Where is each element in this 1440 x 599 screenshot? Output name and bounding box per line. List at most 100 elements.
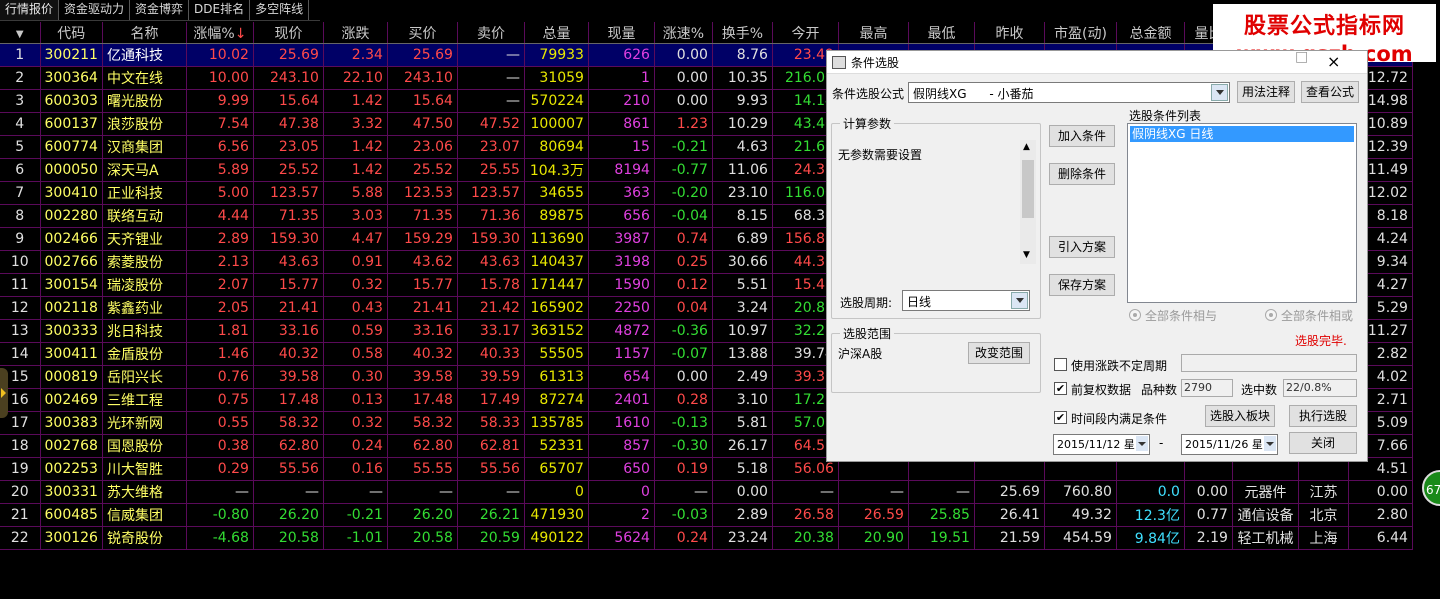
floating-badge[interactable]: 67 [1422,470,1440,506]
row-number: 13 [0,319,41,343]
volatile-period-checkbox[interactable] [1054,358,1067,371]
change-range-button[interactable]: 改变范围 [968,342,1030,364]
table-row[interactable]: 20 300331 苏大维格 — — — — —0 0—0.00— — —25.69 760.80 0.… [0,480,1413,504]
column-header[interactable]: 换手% [712,22,773,44]
cell-11: 8.76 [712,43,773,67]
column-menu-header[interactable]: ▼ [0,22,41,44]
add-to-block-button[interactable]: 选股入板块 [1205,405,1275,427]
chevron-down-icon[interactable] [1264,436,1276,451]
table-row[interactable]: 21 600485 信威集团 -0.80 26.20 -0.21 26.20 26.21 471… [0,503,1413,527]
cell-6: 26.20 [387,503,458,527]
column-header[interactable]: 涨跌 [323,22,388,44]
close-button[interactable]: 关闭 [1289,432,1357,454]
column-header[interactable]: 名称 [102,22,187,44]
cell-10: 0.04 [654,296,713,320]
save-plan-button[interactable]: 保存方案 [1049,274,1115,296]
adjust-checkbox[interactable]: ✔ [1054,382,1067,395]
tab-1[interactable]: 资金驱动力 [59,0,131,20]
tab-0[interactable]: 行情报价 [0,0,60,20]
chevron-down-icon[interactable] [1136,436,1148,451]
row-number: 10 [0,250,41,274]
tab-2[interactable]: 资金博弈 [130,0,190,20]
cell-7: — [457,480,525,504]
formula-select[interactable]: 假阴线XG - 小番茄 [908,82,1230,103]
cell-5: -1.01 [323,526,388,550]
column-header[interactable]: 卖价 [457,22,525,44]
cell-8: 363152 [524,319,589,343]
cell-7: 58.33 [457,411,525,435]
row-number: 6 [0,158,41,182]
radio-or[interactable] [1265,309,1277,321]
stock-name: 中文在线 [102,66,187,90]
column-header[interactable]: 最高 [838,22,909,44]
cell-11: 5.81 [712,411,773,435]
cell-21: 2.80 [1348,503,1413,527]
close-icon[interactable]: × [1327,52,1340,71]
scroll-thumb[interactable] [1022,160,1034,218]
cell-8: 52331 [524,434,589,458]
cell-8: 113690 [524,227,589,251]
tab-4[interactable]: 多空阵线 [250,0,310,20]
chevron-down-icon[interactable] [1211,84,1228,101]
radio-and[interactable] [1129,309,1141,321]
add-condition-button[interactable]: 加入条件 [1049,125,1115,147]
cell-8: 140437 [524,250,589,274]
chevron-down-icon[interactable] [1011,292,1028,309]
column-header[interactable]: 总量 [524,22,589,44]
stock-name: 信威集团 [102,503,187,527]
scroll-down-icon[interactable]: ▼ [1023,250,1030,260]
cell-20: 江苏 [1298,480,1349,504]
import-plan-button[interactable]: 引入方案 [1049,236,1115,258]
cell-6: 40.32 [387,342,458,366]
cell-8: 89875 [524,204,589,228]
cell-3: 4.44 [186,204,254,228]
column-header[interactable]: 代码 [40,22,103,44]
run-selection-button[interactable]: 执行选股 [1289,405,1357,427]
row-number: 12 [0,296,41,320]
cell-3: 5.89 [186,158,254,182]
column-header[interactable]: 今开 [772,22,839,44]
column-header[interactable]: 昨收 [974,22,1045,44]
view-formula-button[interactable]: 查看公式 [1301,81,1359,103]
cell-8: 490122 [524,526,589,550]
volatile-period-field[interactable] [1181,354,1357,372]
cell-11: 23.10 [712,181,773,205]
row-number: 9 [0,227,41,251]
table-row[interactable]: 22 300126 锐奇股份 -4.68 20.58 -1.01 20.58 20.59 490… [0,526,1413,550]
maximize-icon[interactable]: □ [1295,49,1308,65]
column-header[interactable]: 最低 [908,22,975,44]
date-from[interactable]: 2015/11/12 星 [1053,434,1150,455]
column-header[interactable]: 现量 [588,22,655,44]
column-header[interactable]: 涨速% [654,22,713,44]
panel-expand-handle[interactable] [0,368,8,418]
column-header[interactable]: 现价 [253,22,324,44]
date-to[interactable]: 2015/11/26 星 [1181,434,1278,455]
column-header[interactable]: 买价 [387,22,458,44]
cell-5: — [323,480,388,504]
params-scrollbar[interactable]: ▲ ▼ [1020,140,1036,264]
column-header[interactable]: 总金额 [1116,22,1185,44]
radio-or-label[interactable]: 全部条件相或 [1281,307,1353,324]
cell-19: 通信设备 [1232,503,1299,527]
usage-notes-button[interactable]: 用法注释 [1237,81,1295,103]
cell-7: 159.30 [457,227,525,251]
column-header[interactable]: 涨幅%↓ [186,22,254,44]
stock-code: 300331 [40,480,103,504]
condition-list-item[interactable]: 假阴线XG 日线 [1130,126,1354,142]
cell-6: 20.58 [387,526,458,550]
scroll-up-icon[interactable]: ▲ [1023,142,1030,152]
cell-10: -0.04 [654,204,713,228]
period-select[interactable]: 日线 [902,290,1030,311]
condition-list[interactable]: 假阴线XG 日线 [1127,123,1357,303]
formula-value: 假阴线XG - 小番茄 [913,87,1034,101]
cell-3: 9.99 [186,89,254,113]
cell-7: — [457,43,525,67]
column-menu-icon[interactable]: ▼ [16,29,24,40]
radio-and-label[interactable]: 全部条件相与 [1145,307,1217,324]
cell-10: 0.19 [654,457,713,481]
cell-5: 1.42 [323,89,388,113]
delete-condition-button[interactable]: 删除条件 [1049,163,1115,185]
timespan-checkbox[interactable]: ✔ [1054,411,1067,424]
column-header[interactable]: 市盈(动) [1044,22,1117,44]
tab-3[interactable]: DDE排名 [189,0,251,20]
